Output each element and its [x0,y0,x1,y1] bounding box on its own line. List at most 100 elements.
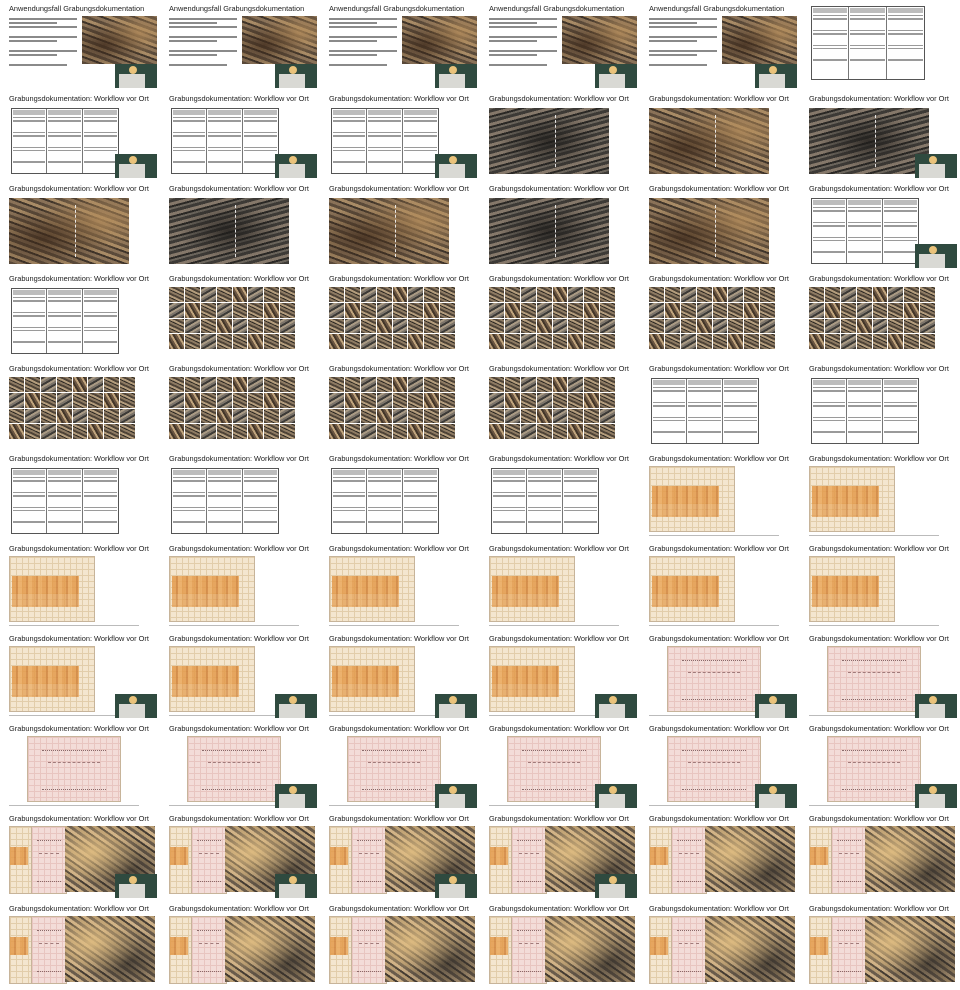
table-text-line [813,405,846,407]
slide-content [167,4,317,88]
slide-thumbnail[interactable]: Anwendungsfall Grabungsdokumentation [167,4,317,88]
slide-thumbnail[interactable]: Grabungsdokumentation: Workflow vor Ort [807,94,957,178]
photo-thumbnail [200,287,216,302]
slide-thumbnail[interactable]: Anwendungsfall Grabungsdokumentation [327,4,477,88]
slide-content [487,364,637,448]
stratum-layer [170,846,189,866]
slide-thumbnail[interactable]: Grabungsdokumentation: Workflow vor Ort [487,634,637,718]
slide-thumbnail[interactable]: Grabungsdokumentation: Workflow vor Ort [7,184,157,268]
photo-thumbnail [169,408,184,424]
table-header [883,380,917,385]
slide-thumbnail[interactable]: Grabungsdokumentation: Workflow vor Ort [647,94,797,178]
table-text-line [563,491,597,494]
photo-thumbnail [200,334,216,349]
table-text-line [528,491,561,494]
slide-thumbnail[interactable]: Grabungsdokumentation: Workflow vor Ort [167,814,317,898]
slide-thumbnail[interactable]: Grabungsdokumentation: Workflow vor Ort [327,274,477,358]
table-text-line [813,401,846,404]
slide-thumbnail[interactable]: Anwendungsfall Grabungsdokumentation [7,4,157,88]
slide-thumbnail[interactable]: Grabungsdokumentation: Workflow vor Ort [647,814,797,898]
slide-thumbnail[interactable]: Grabungsdokumentation: Workflow vor Ort [487,454,637,538]
slide-thumbnail[interactable]: Grabungsdokumentation: Workflow vor Ort [327,904,477,988]
slide-thumbnail[interactable]: Grabungsdokumentation: Workflow vor Ort [807,184,957,268]
slide-thumbnail[interactable]: Grabungsdokumentation: Workflow vor Ort [647,634,797,718]
slide-thumbnail[interactable]: Grabungsdokumentation: Workflow vor Ort [167,274,317,358]
slide-thumbnail[interactable]: Grabungsdokumentation: Workflow vor Ort [487,814,637,898]
slide-thumbnail[interactable]: Grabungsdokumentation: Workflow vor Ort [167,904,317,988]
slide-thumbnail[interactable]: Grabungsdokumentation: Workflow vor Ort [487,364,637,448]
slide-thumbnail[interactable]: Grabungsdokumentation: Workflow vor Ort [647,454,797,538]
slide-thumbnail[interactable]: Anwendungsfall Grabungsdokumentation [487,4,637,88]
slide-thumbnail[interactable]: Grabungsdokumentation: Workflow vor Ort [167,724,317,808]
slide-thumbnail[interactable]: Grabungsdokumentation: Workflow vor Ort [167,94,317,178]
table-spacer [404,499,437,505]
table-text-line [208,146,241,148]
slide-thumbnail[interactable]: Grabungsdokumentation: Workflow vor Ort [7,544,157,628]
slide-thumbnail[interactable]: Anwendungsfall Grabungsdokumentation [647,4,797,88]
slide-thumbnail[interactable]: Grabungsdokumentation: Workflow vor Ort [167,184,317,268]
slide-thumbnail[interactable]: Grabungsdokumentation: Workflow vor Ort [7,904,157,988]
table-text-line [13,491,46,494]
slide-thumbnail[interactable]: Grabungsdokumentation: Workflow vor Ort [807,814,957,898]
slide-thumbnail[interactable]: Grabungsdokumentation: Workflow vor Ort [647,364,797,448]
slide-thumbnail[interactable]: Grabungsdokumentation: Workflow vor Ort [647,904,797,988]
slide-thumbnail[interactable]: Grabungsdokumentation: Workflow vor Ort [7,634,157,718]
slide-thumbnail[interactable]: Grabungsdokumentation: Workflow vor Ort [327,814,477,898]
photo-thumbnail [552,408,568,424]
slide-thumbnail[interactable]: Grabungsdokumentation: Workflow vor Ort [647,274,797,358]
bullet-spacer [329,30,397,34]
photo-thumbnail [392,392,408,408]
slide-thumbnail[interactable]: Grabungsdokumentation: Workflow vor Ort [167,544,317,628]
slide-title: Grabungsdokumentation: Workflow vor Ort [809,634,949,643]
slide-thumbnail[interactable]: Grabungsdokumentation: Workflow vor Ort [487,544,637,628]
slide-thumbnail[interactable]: Grabungsdokumentation: Workflow vor Ort [167,454,317,538]
slide-thumbnail[interactable]: Grabungsdokumentation: Workflow vor Ort [7,364,157,448]
slide-thumbnail[interactable]: Grabungsdokumentation: Workflow vor Ort [167,364,317,448]
slide-thumbnail[interactable]: Grabungsdokumentation: Workflow vor Ort [327,454,477,538]
slide-thumbnail[interactable]: Grabungsdokumentation: Workflow vor Ort [167,634,317,718]
slide-thumbnail[interactable]: Grabungsdokumentation: Workflow vor Ort [327,634,477,718]
slide-thumbnail[interactable]: Grabungsdokumentation: Workflow vor Ort [807,904,957,988]
slide-thumbnail[interactable]: Grabungsdokumentation: Workflow vor Ort [327,184,477,268]
slide-thumbnail[interactable]: Grabungsdokumentation: Workflow vor Ort [327,364,477,448]
slide-thumbnail[interactable]: Grabungsdokumentation: Workflow vor Ort [807,454,957,538]
slide-thumbnail[interactable]: Grabungsdokumentation: Workflow vor Ort [807,274,957,358]
slide-thumbnail[interactable]: Grabungsdokumentation: Workflow vor Ort [327,544,477,628]
presenter-video-inset [115,694,157,718]
presenter-head [769,786,777,794]
slide-thumbnail[interactable]: Grabungsdokumentation: Workflow vor Ort [647,184,797,268]
slide-thumbnail[interactable]: Grabungsdokumentation: Workflow vor Ort [7,454,157,538]
slide-thumbnail[interactable]: Grabungsdokumentation: Workflow vor Ort [487,94,637,178]
slide-title: Grabungsdokumentation: Workflow vor Ort [9,904,149,913]
bullet-line [169,40,217,42]
lectern [279,794,305,808]
slide-thumbnail[interactable]: Grabungsdokumentation: Workflow vor Ort [647,544,797,628]
drawing-caption [169,624,299,626]
slide-thumbnail[interactable]: Grabungsdokumentation: Workflow vor Ort [807,544,957,628]
photo-thumbnail [920,318,935,334]
slide-thumbnail[interactable]: Grabungsdokumentation: Workflow vor Ort [7,724,157,808]
slide-thumbnail[interactable]: Grabungsdokumentation: Workflow vor Ort [807,4,957,88]
slide-thumbnail[interactable]: Grabungsdokumentation: Workflow vor Ort [647,724,797,808]
slide-thumbnail[interactable]: Grabungsdokumentation: Workflow vor Ort [487,724,637,808]
slide-thumbnail[interactable]: Grabungsdokumentation: Workflow vor Ort [7,94,157,178]
slide-thumbnail[interactable]: Grabungsdokumentation: Workflow vor Ort [327,724,477,808]
slide-thumbnail[interactable]: Grabungsdokumentation: Workflow vor Ort [7,814,157,898]
stratum-layer [331,594,399,607]
photo-thumbnail [248,334,264,349]
table-column [172,109,208,173]
table-text-line [723,416,757,418]
slide-thumbnail[interactable]: Grabungsdokumentation: Workflow vor Ort [807,724,957,808]
slide-thumbnail[interactable]: Grabungsdokumentation: Workflow vor Ort [807,364,957,448]
slide-thumbnail[interactable]: Grabungsdokumentation: Workflow vor Ort [487,274,637,358]
slide-thumbnail[interactable]: Grabungsdokumentation: Workflow vor Ort [327,94,477,178]
slide-thumbnail[interactable]: Grabungsdokumentation: Workflow vor Ort [7,274,157,358]
excavation-photo [865,916,955,982]
profile-sketch [517,930,541,972]
photo-thumbnail [489,408,504,424]
photo-thumbnail [232,424,248,439]
photo-thumbnail [440,424,455,439]
slide-thumbnail[interactable]: Grabungsdokumentation: Workflow vor Ort [487,904,637,988]
slide-thumbnail[interactable]: Grabungsdokumentation: Workflow vor Ort [807,634,957,718]
slide-thumbnail[interactable]: Grabungsdokumentation: Workflow vor Ort [487,184,637,268]
